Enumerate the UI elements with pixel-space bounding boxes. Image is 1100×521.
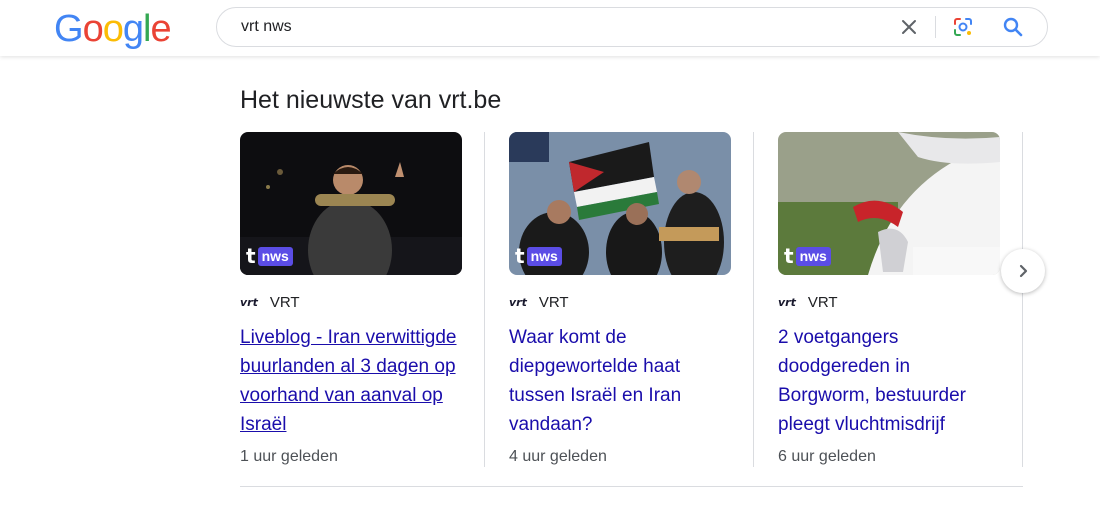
card-divider (753, 132, 754, 467)
top-bar: Google vrt nws (0, 0, 1100, 56)
search-icon[interactable] (1001, 15, 1025, 39)
vrt-logo-icon: vrt (240, 296, 258, 309)
logo-letter: o (102, 8, 124, 50)
news-thumbnail[interactable]: t nws (778, 132, 1000, 275)
news-timestamp: 1 uur geleden (240, 448, 338, 465)
vrt-logo-icon: vrt (509, 296, 527, 309)
search-divider (935, 16, 936, 38)
news-headline-link[interactable]: Liveblog - Iran verwittigde buurlanden a… (240, 323, 462, 439)
news-timestamp: 4 uur geleden (509, 448, 607, 465)
vrt-nws-badge: t nws (246, 246, 293, 266)
google-logo[interactable]: Google (54, 8, 172, 51)
news-source: vrt VRT (509, 294, 569, 311)
news-timestamp: 6 uur geleden (778, 448, 876, 465)
badge-label: nws (795, 246, 831, 266)
chevron-right-icon (1019, 264, 1028, 278)
logo-letter: g (122, 8, 144, 50)
badge-t: t (246, 244, 256, 268)
news-thumbnail[interactable]: t nws (509, 132, 731, 275)
source-name: VRT (269, 294, 300, 311)
carousel-next-button[interactable] (1001, 249, 1045, 293)
logo-letter: l (142, 8, 152, 50)
card-divider (1022, 132, 1023, 467)
badge-label: nws (257, 246, 293, 266)
source-name: VRT (538, 294, 569, 311)
news-headline-link[interactable]: 2 voetgangers doodgereden in Borgworm, b… (778, 323, 1000, 439)
close-icon[interactable] (897, 15, 921, 39)
news-card[interactable]: t nws vrt VRT 2 voetgangers doodgereden … (778, 132, 1000, 467)
logo-letter: G (54, 8, 84, 50)
section-bottom-divider (240, 486, 1023, 487)
google-lens-icon[interactable] (951, 15, 975, 39)
card-divider (484, 132, 485, 467)
logo-letter: e (150, 8, 171, 50)
badge-label: nws (526, 246, 562, 266)
news-card[interactable]: t nws vrt VRT Liveblog - Iran verwittigd… (240, 132, 462, 467)
vrt-nws-badge: t nws (784, 246, 831, 266)
badge-t: t (784, 244, 794, 268)
search-box[interactable]: vrt nws (216, 7, 1048, 47)
vrt-nws-badge: t nws (515, 246, 562, 266)
news-source: vrt VRT (778, 294, 838, 311)
news-thumbnail[interactable]: t nws (240, 132, 462, 275)
search-input[interactable]: vrt nws (241, 18, 292, 36)
badge-t: t (515, 244, 525, 268)
news-source: vrt VRT (240, 294, 300, 311)
news-card[interactable]: t nws vrt VRT Waar komt de diepgeworteld… (509, 132, 731, 467)
news-headline-link[interactable]: Waar komt de diepgewortelde haat tussen … (509, 323, 731, 439)
section-title: Het nieuwste van vrt.be (240, 86, 502, 114)
vrt-logo-icon: vrt (778, 296, 796, 309)
source-name: VRT (807, 294, 838, 311)
logo-letter: o (82, 8, 104, 50)
